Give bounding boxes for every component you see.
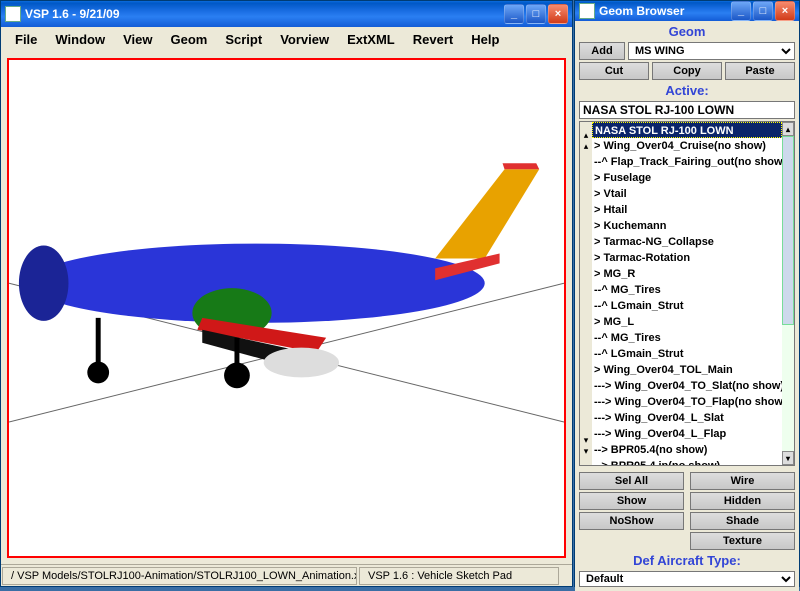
geom-header: Geom xyxy=(579,23,795,40)
main-window-title: VSP 1.6 - 9/21/09 xyxy=(25,7,504,21)
status-path: / VSP Models/STOLRJ100-Animation/STOLRJ1… xyxy=(2,567,357,585)
geom-maximize-button[interactable]: □ xyxy=(753,1,773,21)
tree-item[interactable]: --^ LGmain_Strut xyxy=(592,298,782,314)
geom-tree: ▴ ▴ ▾ ▾ NASA STOL RJ-100 LOWN> Wing_Over… xyxy=(579,121,795,466)
sel-all-button[interactable]: Sel All xyxy=(579,472,684,490)
menu-help[interactable]: Help xyxy=(463,29,507,50)
add-button[interactable]: Add xyxy=(579,42,625,60)
copy-button[interactable]: Copy xyxy=(652,62,722,80)
tree-item[interactable]: ---> Wing_Over04_L_Slat xyxy=(592,410,782,426)
menu-view[interactable]: View xyxy=(115,29,160,50)
paste-button[interactable]: Paste xyxy=(725,62,795,80)
tree-scrollbar[interactable]: ▴ ▾ xyxy=(782,122,794,465)
cut-button[interactable]: Cut xyxy=(579,62,649,80)
tree-item[interactable]: ---> Wing_Over04_TO_Flap(no show) xyxy=(592,394,782,410)
tree-move-up-icon[interactable]: ▴ xyxy=(584,130,589,141)
tree-item[interactable]: > Wing_Over04_TOL_Main xyxy=(592,362,782,378)
tree-item[interactable]: --^ MG_Tires xyxy=(592,330,782,346)
hidden-button[interactable]: Hidden xyxy=(690,492,795,510)
tree-item[interactable]: > Htail xyxy=(592,202,782,218)
minimize-button[interactable]: _ xyxy=(504,4,524,24)
tree-move-down-icon[interactable]: ▾ xyxy=(584,435,589,446)
tree-item[interactable]: > Tarmac-NG_Collapse xyxy=(592,234,782,250)
main-window: VSP 1.6 - 9/21/09 _ □ × File Window View… xyxy=(0,0,573,587)
geom-app-icon xyxy=(579,3,595,19)
texture-button[interactable]: Texture xyxy=(690,532,795,550)
maximize-button[interactable]: □ xyxy=(526,4,546,24)
geom-titlebar: Geom Browser _ □ × xyxy=(575,1,799,21)
tree-item[interactable]: > MG_R xyxy=(592,266,782,282)
menu-vorview[interactable]: Vorview xyxy=(272,29,337,50)
geom-browser-window: Geom Browser _ □ × Geom Add MS WING Cut … xyxy=(574,0,800,587)
active-value: NASA STOL RJ-100 LOWN xyxy=(579,101,795,119)
tree-item[interactable]: > Wing_Over04_Cruise(no show) xyxy=(592,138,782,154)
tree-item[interactable]: --> BPR05.4 in(no show) xyxy=(592,458,782,465)
tree-item[interactable]: NASA STOL RJ-100 LOWN xyxy=(592,122,782,138)
tree-item[interactable]: > Fuselage xyxy=(592,170,782,186)
tree-item[interactable]: > Tarmac-Rotation xyxy=(592,250,782,266)
menu-geom[interactable]: Geom xyxy=(163,29,216,50)
scroll-thumb[interactable] xyxy=(782,136,794,325)
shade-button[interactable]: Shade xyxy=(690,512,795,530)
viewport-canvas[interactable] xyxy=(7,58,566,558)
tree-item[interactable]: ---> Wing_Over04_TO_Slat(no show) xyxy=(592,378,782,394)
wire-button[interactable]: Wire xyxy=(690,472,795,490)
show-button[interactable]: Show xyxy=(579,492,684,510)
geom-minimize-button[interactable]: _ xyxy=(731,1,751,21)
tree-item[interactable]: ---> Wing_Over04_L_Flap xyxy=(592,426,782,442)
menu-script[interactable]: Script xyxy=(217,29,270,50)
app-icon xyxy=(5,6,21,22)
tree-item[interactable]: --^ MG_Tires xyxy=(592,282,782,298)
tree-item[interactable]: > Kuchemann xyxy=(592,218,782,234)
tree-move-up2-icon[interactable]: ▴ xyxy=(584,141,589,152)
menu-revert[interactable]: Revert xyxy=(405,29,461,50)
noshow-button[interactable]: NoShow xyxy=(579,512,684,530)
menu-extxml[interactable]: ExtXML xyxy=(339,29,403,50)
geom-close-button[interactable]: × xyxy=(775,1,795,21)
def-aircraft-header: Def Aircraft Type: xyxy=(579,552,795,569)
tree-move-down2-icon[interactable]: ▾ xyxy=(584,446,589,457)
main-titlebar: VSP 1.6 - 9/21/09 _ □ × xyxy=(1,1,572,27)
active-header: Active: xyxy=(579,82,795,99)
status-description: VSP 1.6 : Vehicle Sketch Pad xyxy=(359,567,559,585)
aircraft-scene xyxy=(9,60,564,556)
menu-file[interactable]: File xyxy=(7,29,45,50)
tree-item[interactable]: --> BPR05.4(no show) xyxy=(592,442,782,458)
scroll-down-icon[interactable]: ▾ xyxy=(782,451,794,465)
close-button[interactable]: × xyxy=(548,4,568,24)
tree-item[interactable]: --^ LGmain_Strut xyxy=(592,346,782,362)
statusbar: / VSP Models/STOLRJ100-Animation/STOLRJ1… xyxy=(1,564,572,586)
geom-window-title: Geom Browser xyxy=(599,4,731,18)
tree-item[interactable]: > Vtail xyxy=(592,186,782,202)
scroll-up-icon[interactable]: ▴ xyxy=(782,122,794,136)
menubar: File Window View Geom Script Vorview Ext… xyxy=(1,27,572,52)
def-aircraft-select[interactable]: Default xyxy=(579,571,795,587)
geom-type-select[interactable]: MS WING xyxy=(628,42,795,60)
tree-item[interactable]: > MG_L xyxy=(592,314,782,330)
tree-item[interactable]: --^ Flap_Track_Fairing_out(no show) xyxy=(592,154,782,170)
menu-window[interactable]: Window xyxy=(47,29,113,50)
